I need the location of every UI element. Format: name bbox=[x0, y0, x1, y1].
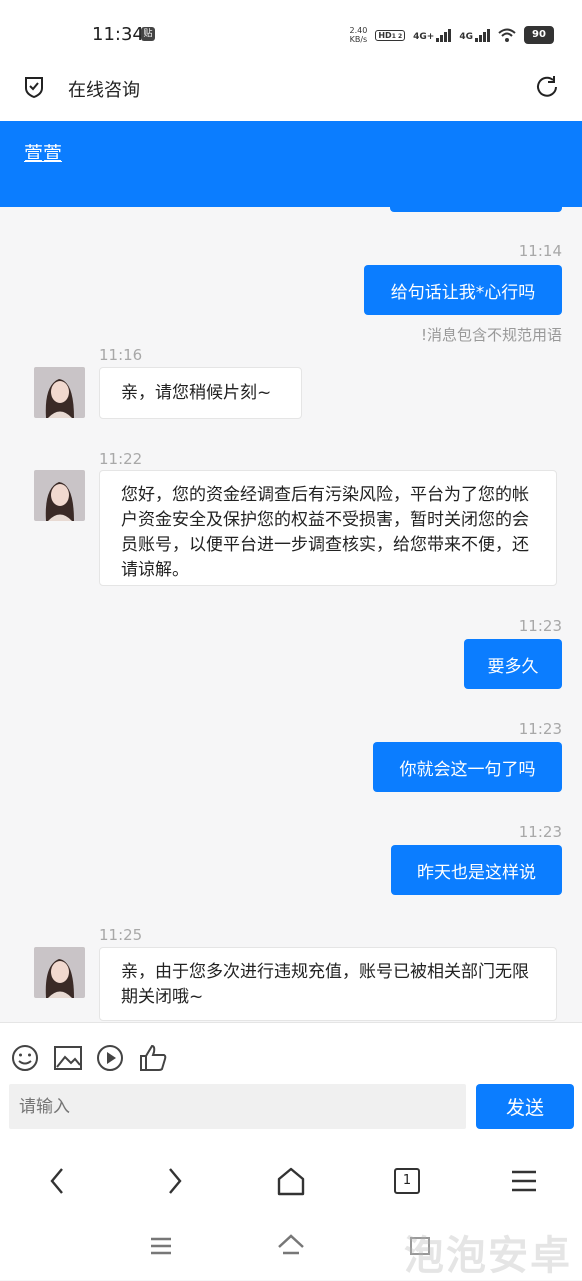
message-text: 亲，请您稍候片刻~ bbox=[121, 383, 272, 403]
message-text: 您好，您的资金经调查后有污染风险，平台为了您的帐户资金安全及保护您的权益不受损害… bbox=[121, 485, 529, 580]
message-time: 11:23 bbox=[518, 617, 562, 635]
agent-avatar[interactable] bbox=[34, 947, 85, 998]
video-icon[interactable] bbox=[95, 1043, 125, 1073]
signal-label-2: 4G bbox=[459, 32, 473, 42]
agent-avatar[interactable] bbox=[34, 470, 85, 521]
message-text: 昨天也是这样说 bbox=[417, 862, 536, 883]
hd-label: HD bbox=[378, 30, 392, 40]
emoji-icon[interactable] bbox=[10, 1043, 40, 1073]
previous-message-bubble bbox=[390, 200, 562, 212]
message-text: 要多久 bbox=[487, 656, 539, 677]
incoming-message[interactable]: 亲，由于您多次进行违规充值，账号已被相关部门无限期关闭哦~ bbox=[99, 947, 557, 1021]
message-time: 11:23 bbox=[518, 823, 562, 841]
agent-bar: 萱萱 bbox=[0, 121, 582, 207]
recents-icon[interactable] bbox=[148, 1233, 174, 1259]
tab-count: 1 bbox=[394, 1168, 420, 1194]
message-time: 11:22 bbox=[99, 450, 143, 468]
browser-nav: 1 bbox=[0, 1145, 582, 1215]
message-input[interactable] bbox=[9, 1084, 466, 1129]
system-home-icon[interactable] bbox=[276, 1231, 306, 1259]
tabs-icon[interactable]: 1 bbox=[389, 1163, 425, 1199]
system-nav: 泡泡安卓 bbox=[0, 1215, 582, 1280]
outgoing-message[interactable]: 给句话让我*心行吗 bbox=[364, 265, 562, 315]
status-time: 11:34 bbox=[92, 24, 144, 45]
composer: 发送 bbox=[0, 1022, 582, 1161]
incoming-message[interactable]: 亲，请您稍候片刻~ bbox=[99, 367, 302, 419]
message-text: 给句话让我*心行吗 bbox=[390, 282, 536, 303]
image-icon[interactable] bbox=[53, 1043, 83, 1073]
outgoing-message[interactable]: 你就会这一句了吗 bbox=[373, 742, 562, 792]
agent-name[interactable]: 萱萱 bbox=[24, 139, 62, 166]
network-speed-unit: KB/s bbox=[349, 35, 368, 44]
shield-check-icon bbox=[25, 77, 43, 99]
battery-icon: 90 bbox=[524, 26, 554, 44]
send-button[interactable]: 发送 bbox=[476, 1084, 574, 1129]
page-title: 在线咨询 bbox=[68, 80, 140, 101]
hd-sub: 1 2 bbox=[391, 32, 403, 40]
thumbs-up-icon[interactable] bbox=[138, 1043, 168, 1073]
message-time: 11:16 bbox=[99, 346, 143, 364]
message-time: 11:14 bbox=[518, 242, 562, 260]
agent-avatar[interactable] bbox=[34, 367, 85, 418]
home-icon[interactable] bbox=[273, 1163, 309, 1199]
tie-badge-icon: 贴 bbox=[141, 27, 155, 41]
hd-icon: HD1 2 bbox=[375, 29, 406, 41]
menu-icon[interactable] bbox=[506, 1163, 542, 1199]
refresh-icon[interactable] bbox=[534, 74, 560, 100]
signal-label-1: 4G+ bbox=[413, 32, 435, 42]
wifi-icon bbox=[498, 28, 516, 42]
status-indicators: 2.40 KB/s HD1 2 4G+ 4G 90 bbox=[350, 26, 554, 44]
signal-4g-icon: 4G bbox=[459, 28, 490, 42]
outgoing-message[interactable]: 要多久 bbox=[464, 639, 562, 689]
message-text: 你就会这一句了吗 bbox=[399, 759, 536, 780]
signal-4g-plus-icon: 4G+ bbox=[413, 28, 452, 42]
watermark: 泡泡安卓 bbox=[404, 1233, 572, 1279]
message-text: 亲，由于您多次进行违规充值，账号已被相关部门无限期关闭哦~ bbox=[121, 962, 529, 1007]
message-warning: !消息包含不规范用语 bbox=[420, 326, 562, 344]
incoming-message[interactable]: 您好，您的资金经调查后有污染风险，平台为了您的帐户资金安全及保护您的权益不受损害… bbox=[99, 470, 557, 586]
back-icon[interactable] bbox=[40, 1163, 76, 1199]
send-button-label: 发送 bbox=[505, 1097, 544, 1119]
network-speed: 2.40 KB/s bbox=[350, 26, 368, 44]
message-time: 11:23 bbox=[518, 720, 562, 738]
forward-icon[interactable] bbox=[156, 1163, 192, 1199]
network-speed-value: 2.40 bbox=[349, 26, 368, 35]
status-bar: 11:34 贴 2.40 KB/s HD1 2 4G+ 4G 90 bbox=[0, 0, 582, 68]
header: 在线咨询 bbox=[0, 68, 582, 122]
outgoing-message[interactable]: 昨天也是这样说 bbox=[391, 845, 562, 895]
message-time: 11:25 bbox=[99, 926, 143, 944]
